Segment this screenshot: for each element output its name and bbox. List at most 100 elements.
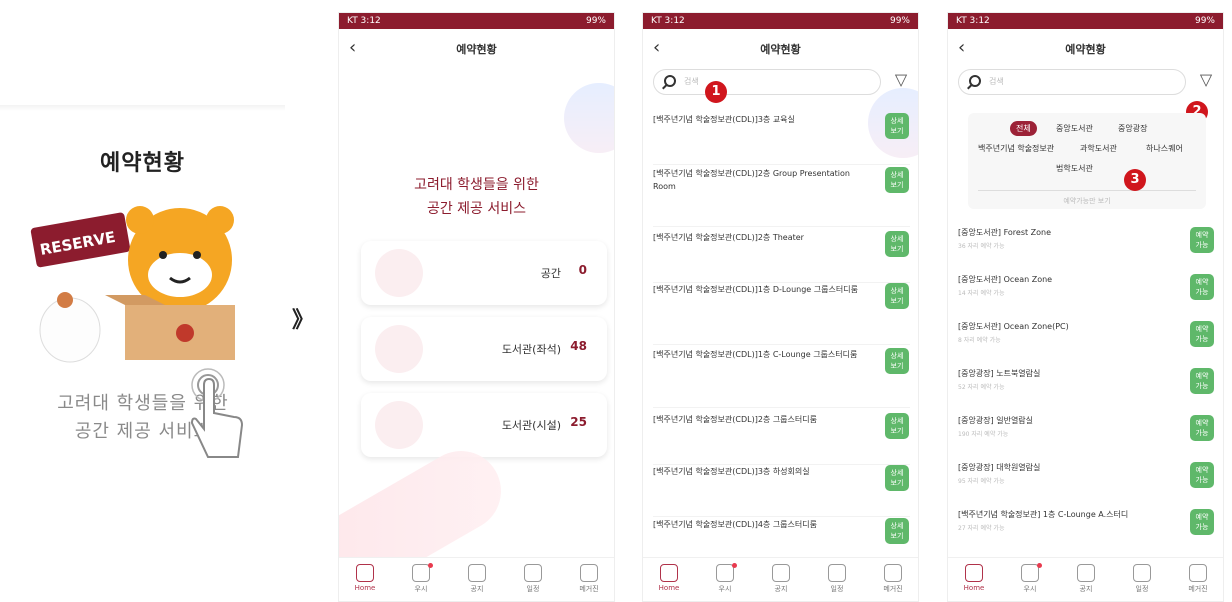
slogan: 고려대 학생들을 위한 공간 제공 서비스	[339, 173, 614, 221]
list-item[interactable]: [백주년기념 학술정보관(CDL)]1층 D-Lounge 그룹스터디룸 상세 보…	[653, 283, 910, 345]
space-name: [백주년기념 학술정보관(CDL)]1층 D-Lounge 그룹스터디룸	[653, 285, 858, 294]
nav-schedule[interactable]: 일정	[817, 564, 857, 594]
reserve-button[interactable]: 예약 가능	[1190, 321, 1214, 347]
space-name: [중앙도서관] Ocean Zone(PC)	[958, 322, 1069, 331]
nav-notice[interactable]: 공지	[761, 564, 801, 594]
card-label: 도서관(좌석)	[501, 343, 561, 356]
chip-law-library[interactable]: 법학도서관	[1050, 161, 1099, 176]
detail-button[interactable]: 상세 보기	[885, 167, 909, 193]
detail-button[interactable]: 상세 보기	[885, 113, 909, 139]
books-icon	[580, 564, 598, 582]
chip-cdl[interactable]: 백주년기념 학술정보관	[972, 141, 1060, 156]
home-icon	[965, 564, 983, 582]
chat-icon	[412, 564, 430, 582]
card-count: 0	[578, 263, 587, 277]
list-item[interactable]: [중앙광장] 일반열람실 190 자리 예약 가능 예약 가능	[958, 415, 1215, 461]
filter-icon[interactable]: ▽	[892, 71, 910, 89]
nav-chat[interactable]: 우시	[705, 563, 745, 594]
divider	[0, 105, 285, 111]
detail-button[interactable]: 상세 보기	[885, 518, 909, 544]
list-item[interactable]: [백주년기념 학술정보관(CDL)]2층 Theater 상세 보기	[653, 231, 910, 283]
nav-notice[interactable]: 공지	[1066, 564, 1106, 594]
space-name: [백주년기념 학술정보관(CDL)]2층 Theater	[653, 233, 804, 242]
chip-hana-square[interactable]: 하나스퀘어	[1140, 141, 1189, 156]
category-card-space[interactable]: 공간 0	[361, 241, 607, 305]
list-item[interactable]: [백주년기념 학술정보관(CDL)]2층 Group Presentation …	[653, 167, 910, 227]
nav-home[interactable]: Home	[345, 564, 385, 592]
reserve-button[interactable]: 예약 가능	[1190, 274, 1214, 300]
nav-schedule[interactable]: 일정	[513, 564, 553, 594]
tap-hand-icon	[190, 368, 244, 458]
filter-icon[interactable]: ▽	[1197, 71, 1215, 89]
slogan-line-1: 고려대 학생들을 위한	[414, 177, 539, 193]
phone-reservation-home: KT 3:12 99% ‹ 예약현황 고려대 학생들을 위한 공간 제공 서비스…	[338, 12, 615, 602]
nav-label: 메거진	[1188, 585, 1208, 593]
nav-magazine[interactable]: 메거진	[1178, 564, 1218, 594]
list-item[interactable]: [중앙광장] 대학원열람실 95 자리 예약 가능 예약 가능	[958, 462, 1215, 508]
list-item[interactable]: [백주년기념 학술정보관(CDL)]3층 교육실 상세 보기	[653, 113, 910, 165]
nav-notice[interactable]: 공지	[457, 564, 497, 594]
seats-available: 14 자리 예약 가능	[958, 290, 1005, 297]
nav-label: 일정	[526, 585, 540, 593]
detail-button[interactable]: 상세 보기	[885, 231, 909, 257]
page-title: 예약현황	[760, 43, 801, 56]
nav-magazine[interactable]: 메거진	[569, 564, 609, 594]
detail-button[interactable]: 상세 보기	[885, 465, 909, 491]
search-input[interactable]: 검색	[958, 69, 1186, 95]
category-card-library-seat[interactable]: 도서관(좌석) 48	[361, 317, 607, 381]
nav-home[interactable]: Home	[649, 564, 689, 592]
status-time: KT 3:12	[956, 16, 990, 26]
list-item[interactable]: [백주년기념 학술정보관(CDL)]2층 그룹스터디룸 상세 보기	[653, 413, 910, 465]
notification-dot	[732, 563, 737, 568]
callout-badge-1: 1	[705, 81, 727, 103]
reading-character-icon	[375, 401, 423, 449]
nav-schedule[interactable]: 일정	[1122, 564, 1162, 594]
list-item[interactable]: [중앙도서관] Ocean Zone(PC) 8 자리 예약 가능 예약 가능	[958, 321, 1215, 367]
notice-icon	[468, 564, 486, 582]
reserve-button[interactable]: 예약 가능	[1190, 462, 1214, 488]
nav-label: Home	[963, 584, 985, 592]
app-bar: ‹ 예약현황	[643, 29, 918, 71]
space-name: [백주년기념 학술정보관(CDL)]2층 그룹스터디룸	[653, 415, 817, 424]
chip-central-library[interactable]: 중앙도서관	[1050, 121, 1099, 136]
nav-home[interactable]: Home	[954, 564, 994, 592]
list-item[interactable]: [중앙도서관] Ocean Zone 14 자리 예약 가능 예약 가능	[958, 274, 1215, 320]
chip-science-library[interactable]: 과학도서관	[1074, 141, 1123, 156]
list-item[interactable]: [백주년기념 학술정보관] 1층 C-Lounge A.스터디 27 자리 예약…	[958, 509, 1215, 555]
decorative-blob	[564, 83, 614, 153]
status-bar: KT 3:12 99%	[643, 13, 918, 29]
home-icon	[356, 564, 374, 582]
available-only-toggle[interactable]: 예약가능만 보기	[968, 190, 1206, 206]
space-name: [중앙광장] 노트북열람실	[958, 369, 1041, 378]
search-placeholder: 검색	[684, 77, 699, 86]
bottom-nav: Home 우시 공지 일정 메거진	[948, 557, 1223, 601]
reserve-button[interactable]: 예약 가능	[1190, 368, 1214, 394]
list-item[interactable]: [중앙광장] 노트북열람실 52 자리 예약 가능 예약 가능	[958, 368, 1215, 414]
reserve-button[interactable]: 예약 가능	[1190, 227, 1214, 253]
seats-available: 8 자리 예약 가능	[958, 337, 1001, 344]
list-item[interactable]: [백주년기념 학술정보관(CDL)]3층 하성회의실 상세 보기	[653, 465, 910, 517]
nav-chat[interactable]: 우시	[401, 563, 441, 594]
list-item[interactable]: [중앙도서관] Forest Zone 36 자리 예약 가능 예약 가능	[958, 227, 1215, 273]
intro-title: 예약현황	[100, 151, 185, 176]
detail-button[interactable]: 상세 보기	[885, 348, 909, 374]
detail-button[interactable]: 상세 보기	[885, 413, 909, 439]
nav-label: 우시	[718, 585, 732, 593]
nav-label: 공지	[774, 585, 788, 593]
callout-badge-3: 3	[1124, 169, 1146, 191]
nav-chat[interactable]: 우시	[1010, 563, 1050, 594]
page-title: 예약현황	[456, 43, 497, 56]
reserve-button[interactable]: 예약 가능	[1190, 415, 1214, 441]
search-input[interactable]: 검색	[653, 69, 881, 95]
category-card-library-facility[interactable]: 도서관(시설) 25	[361, 393, 607, 457]
detail-button[interactable]: 상세 보기	[885, 283, 909, 309]
chip-all[interactable]: 전체	[1010, 121, 1037, 136]
list-item[interactable]: [백주년기념 학술정보관(CDL)]4층 그룹스터디룸 상세 보기	[653, 518, 910, 558]
chip-central-plaza[interactable]: 중앙광장	[1112, 121, 1153, 136]
nav-label: 메거진	[883, 585, 903, 593]
calendar-icon	[828, 564, 846, 582]
nav-label: 공지	[1079, 585, 1093, 593]
list-item[interactable]: [백주년기념 학술정보관(CDL)]1층 C-Lounge 그룹스터디룸 상세 보…	[653, 348, 910, 408]
reserve-button[interactable]: 예약 가능	[1190, 509, 1214, 535]
nav-magazine[interactable]: 메거진	[873, 564, 913, 594]
